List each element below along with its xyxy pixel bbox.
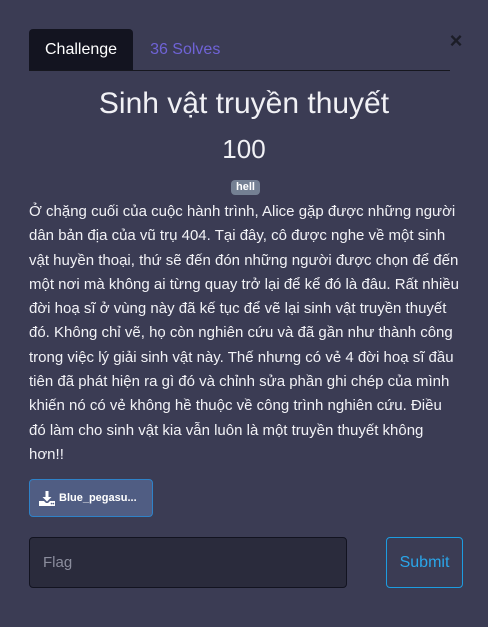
tab-challenge[interactable]: Challenge [29, 29, 134, 70]
close-icon[interactable]: × [448, 30, 464, 52]
flag-input[interactable] [29, 537, 347, 588]
file-download-label: Blue_pegasu... [59, 492, 137, 504]
challenge-modal: Challenge 36 Solves × Sinh vật truyền th… [0, 0, 488, 627]
modal-tabs: Challenge 36 Solves [29, 29, 450, 71]
tab-solves[interactable]: 36 Solves [133, 29, 237, 70]
download-icon [39, 490, 55, 506]
challenge-description: Ở chặng cuối của cuộc hành trình, Alice … [29, 203, 459, 463]
submit-button[interactable]: Submit [386, 537, 463, 588]
challenge-tag-badge: hell [231, 180, 260, 195]
challenge-title: Sinh vật truyền thuyết [98, 87, 390, 120]
challenge-points: 100 [222, 134, 266, 164]
file-download-button[interactable]: Blue_pegasu... [29, 479, 153, 517]
